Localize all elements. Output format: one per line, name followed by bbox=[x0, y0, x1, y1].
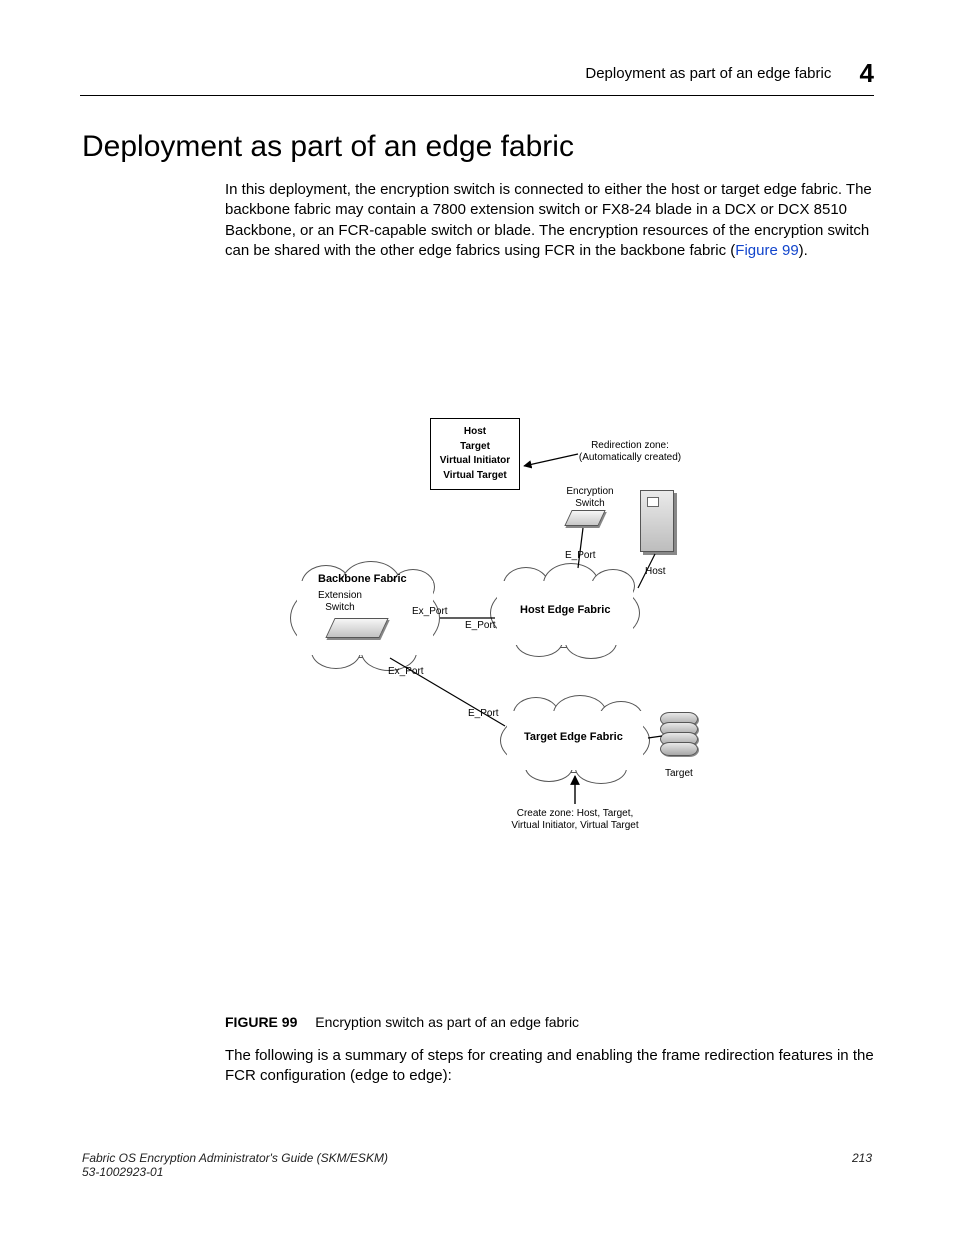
page-number: 213 bbox=[852, 1151, 872, 1165]
target-label: Target bbox=[665, 768, 693, 780]
chapter-number: 4 bbox=[860, 58, 874, 88]
export2-label: Ex_Port bbox=[388, 666, 424, 677]
target-edge-fabric-label: Target Edge Fabric bbox=[524, 731, 623, 743]
eport-top-label: E_Port bbox=[565, 550, 596, 561]
edge-fabric-diagram: Host Target Virtual Initiator Virtual Ta… bbox=[290, 418, 730, 838]
encryption-switch-label: Encryption Switch bbox=[560, 486, 620, 509]
page-title: Deployment as part of an edge fabric bbox=[82, 130, 574, 164]
zone-line-host: Host bbox=[435, 425, 515, 440]
encryption-switch-icon bbox=[564, 510, 605, 526]
export1-label: Ex_Port bbox=[412, 606, 448, 617]
zone-line-vi: Virtual Initiator bbox=[435, 454, 515, 469]
zone-box: Host Target Virtual Initiator Virtual Ta… bbox=[430, 418, 520, 490]
intro-tail: ). bbox=[799, 242, 808, 259]
target-disk-icon bbox=[660, 716, 698, 756]
figure-number: FIGURE 99 bbox=[225, 1014, 297, 1030]
host-label: Host bbox=[645, 566, 666, 578]
figure-caption-text: Encryption switch as part of an edge fab… bbox=[315, 1014, 579, 1030]
extension-switch-label: Extension Switch bbox=[315, 590, 365, 613]
running-title: Deployment as part of an edge fabric bbox=[585, 65, 831, 82]
intro-paragraph: In this deployment, the encryption switc… bbox=[225, 180, 875, 261]
page-footer: 213 Fabric OS Encryption Administrator's… bbox=[82, 1151, 872, 1179]
figure-caption: FIGURE 99 Encryption switch as part of a… bbox=[225, 1014, 579, 1030]
backbone-fabric-label: Backbone Fabric bbox=[318, 573, 407, 585]
figure-link[interactable]: Figure 99 bbox=[735, 242, 798, 259]
zone-line-vt: Virtual Target bbox=[435, 469, 515, 484]
redirection-zone-label: Redirection zone: (Automatically created… bbox=[575, 440, 685, 463]
host-edge-fabric-label: Host Edge Fabric bbox=[520, 604, 610, 616]
eport-bot-label: E_Port bbox=[468, 708, 499, 719]
eport-mid-label: E_Port bbox=[465, 620, 496, 631]
header-rule bbox=[80, 95, 874, 96]
footer-book-title: Fabric OS Encryption Administrator's Gui… bbox=[82, 1151, 872, 1165]
footer-doc-number: 53-1002923-01 bbox=[82, 1165, 872, 1179]
create-zone-note: Create zone: Host, Target, Virtual Initi… bbox=[500, 808, 650, 831]
page-header: Deployment as part of an edge fabric 4 bbox=[80, 58, 874, 96]
extension-switch-icon bbox=[325, 618, 388, 638]
host-server-icon bbox=[640, 490, 674, 552]
outro-paragraph: The following is a summary of steps for … bbox=[225, 1046, 875, 1087]
zone-line-target: Target bbox=[435, 440, 515, 455]
